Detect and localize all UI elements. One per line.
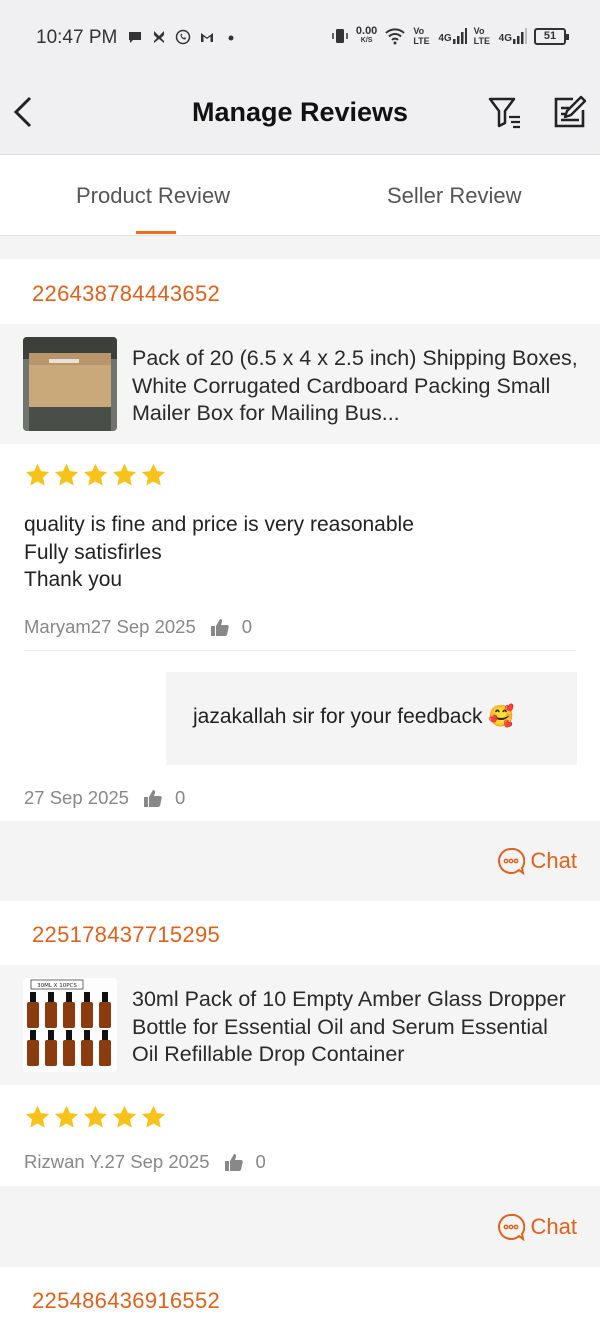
- signal-bars-icon: [452, 28, 467, 44]
- review-card: 226438784443652 Pack of 20 (6.5 x 4 x 2.…: [0, 259, 600, 821]
- star-rating: [24, 1104, 167, 1131]
- more-dot-icon: [228, 35, 234, 41]
- star-icon: [141, 1105, 166, 1128]
- product-row[interactable]: 30ML X 10PCS 30ml Pack of 10 Empty Amber…: [0, 965, 600, 1085]
- star-icon: [54, 1105, 79, 1128]
- chat-bubble-icon: [497, 847, 525, 875]
- amber-bottles-image: 30ML X 10PCS: [23, 978, 117, 1072]
- tab-product-review[interactable]: Product Review: [76, 183, 230, 209]
- signal-2: 4G: [499, 28, 527, 44]
- tab-seller-review[interactable]: Seller Review: [387, 183, 522, 209]
- app-header: Manage Reviews: [0, 78, 600, 155]
- divider: [24, 650, 576, 651]
- thumbs-up-icon[interactable]: [143, 788, 163, 808]
- chat-button[interactable]: Chat: [497, 847, 577, 875]
- star-icon: [112, 1105, 137, 1128]
- volte-2: Vo LTE: [473, 26, 490, 46]
- review-tabs: Product Review Seller Review: [0, 155, 600, 236]
- chat-label: Chat: [530, 1214, 577, 1239]
- reply-like-count: 0: [174, 787, 186, 808]
- star-icon: [25, 1105, 50, 1128]
- system-status-icons: 0.00 K/S Vo LTE 4G Vo LTE 4G 51: [331, 26, 569, 46]
- star-icon: [112, 463, 137, 486]
- order-id[interactable]: 225486436916552: [32, 1288, 220, 1314]
- wifi-icon: [385, 28, 406, 45]
- chat-bar: Chat: [0, 1186, 600, 1267]
- star-icon: [141, 463, 166, 486]
- order-id[interactable]: 226438784443652: [32, 281, 220, 307]
- edit-icon[interactable]: [551, 94, 587, 130]
- signal-2-label: 4G: [498, 33, 512, 44]
- status-bar: 10:47 PM 0.00 K/S Vo LTE 4G Vo LTE 4G 51: [0, 0, 600, 78]
- review-card: 225178437715295 30ML X 10PCS 30ml Pack o…: [0, 901, 600, 1186]
- star-icon: [83, 1105, 108, 1128]
- seller-reply: jazakallah sir for your feedback 🥰: [166, 672, 577, 765]
- thumbs-up-icon[interactable]: [224, 1152, 244, 1172]
- signal-1: 4G: [438, 28, 467, 44]
- order-id[interactable]: 225178437715295: [32, 922, 220, 948]
- signal-bars-icon: [513, 28, 527, 44]
- whatsapp-icon: [175, 29, 191, 45]
- product-title: Pack of 20 (6.5 x 4 x 2.5 inch) Shipping…: [132, 346, 578, 425]
- reply-text: jazakallah sir for your feedback 🥰: [193, 705, 515, 728]
- like-count: 0: [255, 1151, 266, 1172]
- battery-indicator: 51: [534, 27, 569, 45]
- star-rating: [24, 462, 167, 489]
- chat-notification-icon: [129, 32, 141, 43]
- thumbs-up-icon[interactable]: [210, 617, 230, 637]
- star-icon: [54, 463, 79, 486]
- review-author-date: Rizwan Y.27 Sep 2025: [24, 1151, 210, 1172]
- network-speed-unit: K/S: [360, 37, 373, 44]
- chat-label: Chat: [530, 848, 577, 873]
- signal-1-label: 4G: [438, 33, 452, 44]
- review-text: quality is fine and price is very reason…: [24, 513, 414, 591]
- review-meta: Maryam27 Sep 2025 0: [24, 616, 252, 638]
- network-speed-value: 0.00: [355, 25, 378, 37]
- active-tab-indicator: [136, 231, 176, 234]
- app-notification-icon: [154, 31, 164, 43]
- chat-bar: Chat: [0, 821, 600, 901]
- product-row[interactable]: Pack of 20 (6.5 x 4 x 2.5 inch) Shipping…: [0, 324, 600, 444]
- chat-button[interactable]: Chat: [497, 1213, 577, 1241]
- filter-icon[interactable]: [487, 95, 523, 129]
- star-icon: [25, 463, 50, 486]
- product-thumbnail: 30ML X 10PCS: [23, 978, 117, 1072]
- notification-icons: [127, 29, 239, 45]
- gmail-icon: [201, 33, 213, 42]
- network-speed: 0.00 K/S: [356, 26, 377, 46]
- reply-date: 27 Sep 2025: [24, 787, 129, 808]
- thumb-label: 30ML X 10PCS: [37, 983, 77, 989]
- review-meta: Rizwan Y.27 Sep 2025 0: [24, 1151, 266, 1173]
- like-count: 0: [241, 616, 253, 637]
- volte-1: Vo LTE: [413, 26, 430, 46]
- cardboard-box-image: [23, 337, 117, 431]
- vibrate-icon: [332, 29, 348, 43]
- chat-bubble-icon: [497, 1213, 525, 1241]
- status-time: 10:47 PM: [36, 27, 118, 48]
- star-icon: [83, 463, 108, 486]
- review-card: 225486436916552: [0, 1267, 600, 1333]
- product-thumbnail: [23, 337, 117, 431]
- reply-meta: 27 Sep 2025 0: [24, 787, 185, 809]
- review-author-date: Maryam27 Sep 2025: [24, 616, 196, 637]
- product-title: 30ml Pack of 10 Empty Amber Glass Droppe…: [132, 987, 566, 1066]
